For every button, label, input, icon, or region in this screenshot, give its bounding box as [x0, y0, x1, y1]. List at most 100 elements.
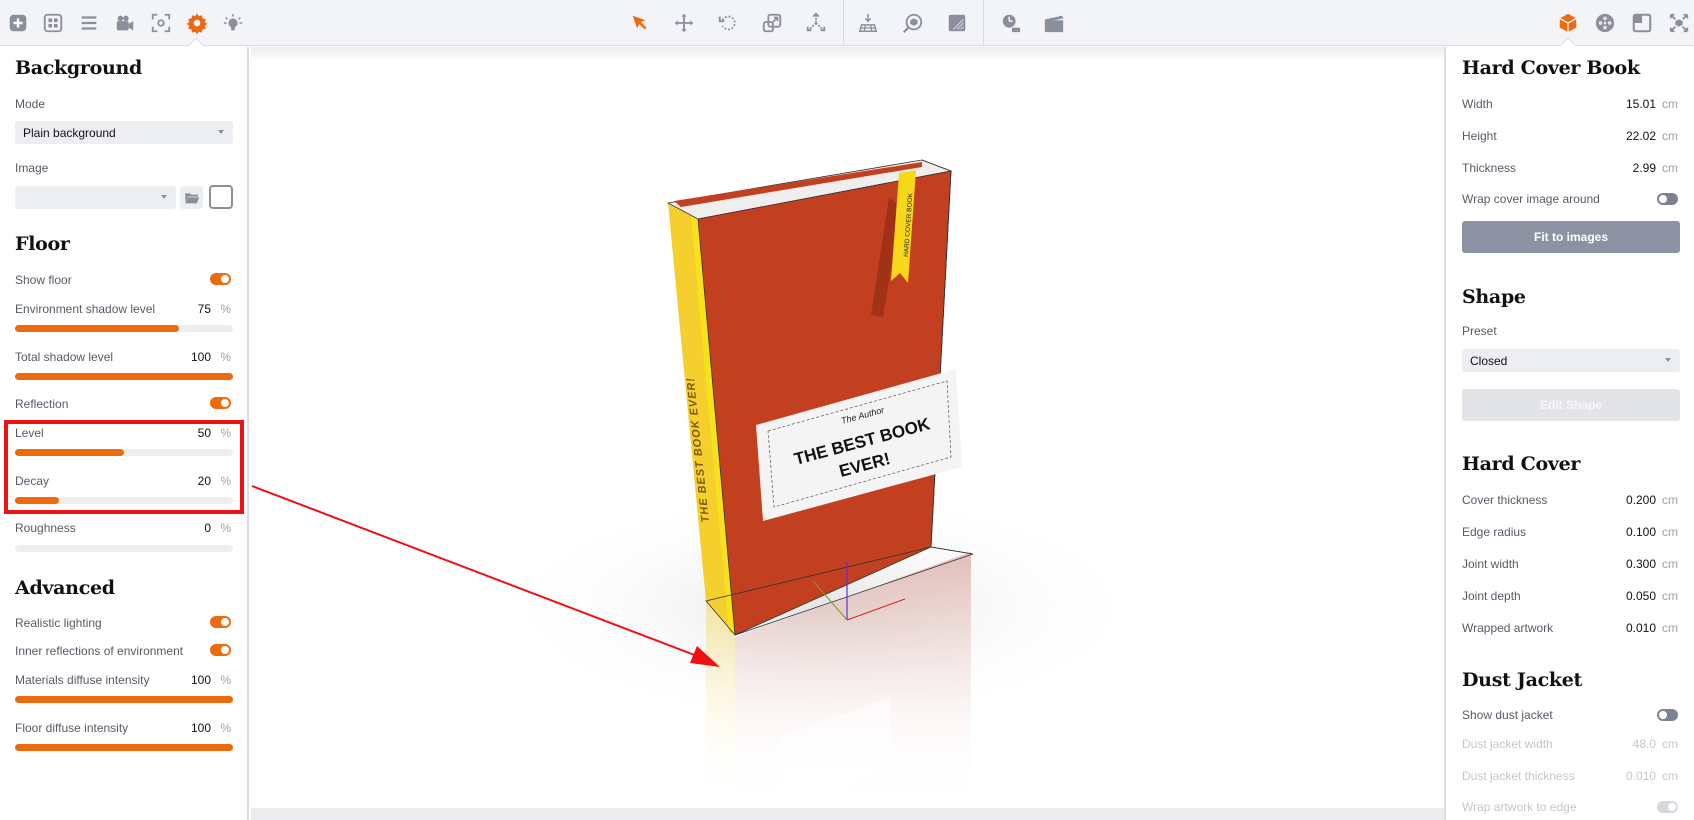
hard-cover-row-value[interactable]: 0.100 — [1626, 525, 1656, 539]
hard-cover-row-value[interactable]: 0.200 — [1626, 493, 1656, 507]
decay-slider[interactable] — [15, 497, 233, 504]
percent-unit: % — [220, 521, 231, 535]
image-select[interactable] — [15, 186, 176, 209]
height-label: Height — [1462, 129, 1497, 143]
timeline-icon[interactable] — [999, 11, 1023, 35]
add-icon[interactable] — [6, 11, 30, 35]
main-toolbar — [0, 0, 1694, 55]
dust-jacket-section-title: Dust Jacket — [1462, 669, 1582, 691]
fit-to-images-button[interactable]: Fit to images — [1462, 221, 1680, 253]
cm-unit: cm — [1662, 589, 1678, 603]
camera-icon[interactable] — [113, 11, 137, 35]
hard-cover-row-label: Wrapped artwork — [1462, 621, 1554, 635]
materials-diffuse-label: Materials diffuse intensity — [15, 673, 150, 687]
floor-diffuse-value: 100 — [190, 721, 211, 735]
open-folder-button[interactable] — [180, 186, 203, 209]
inner-reflections-toggle[interactable] — [210, 644, 231, 656]
roughness-slider[interactable] — [15, 545, 233, 552]
preset-select[interactable]: Closed — [1462, 349, 1680, 372]
focus-icon[interactable] — [149, 11, 173, 35]
dust-jacket-thickness-label: Dust jacket thickness — [1462, 769, 1575, 783]
percent-unit: % — [220, 721, 231, 735]
total-shadow-slider[interactable] — [15, 373, 233, 380]
level-value: 50 — [197, 426, 211, 440]
zoom-object-icon[interactable] — [901, 11, 925, 35]
dust-jacket-width-label: Dust jacket width — [1462, 737, 1553, 751]
show-dust-jacket-label: Show dust jacket — [1462, 708, 1553, 722]
select-arrow-icon[interactable] — [628, 11, 652, 35]
fullscreen-icon[interactable] — [1667, 11, 1691, 35]
mode-label: Mode — [15, 97, 46, 111]
cm-unit: cm — [1662, 525, 1678, 539]
wrap-artwork-edge-toggle[interactable] — [1657, 801, 1678, 813]
chevron-down-icon — [1665, 358, 1671, 362]
viewport-bottom-strip — [251, 808, 1444, 820]
book-render[interactable]: THE BEST BOOK EVER! HARD COVER BOOK The … — [251, 47, 1444, 820]
hard-cover-row-value[interactable]: 0.300 — [1626, 557, 1656, 571]
level-slider[interactable] — [15, 449, 233, 456]
folder-icon — [184, 192, 199, 203]
cm-unit: cm — [1662, 129, 1678, 143]
drop-to-floor-icon[interactable] — [856, 11, 880, 35]
hard-cover-row-value[interactable]: 0.050 — [1626, 589, 1656, 603]
slider-fill — [15, 325, 179, 332]
3d-viewport[interactable]: THE BEST BOOK EVER! HARD COVER BOOK The … — [251, 47, 1444, 820]
total-shadow-label: Total shadow level — [15, 350, 114, 364]
hard-cover-row-value[interactable]: 0.010 — [1626, 621, 1656, 635]
percent-unit: % — [220, 474, 231, 488]
preset-select-value: Closed — [1470, 354, 1508, 368]
rotate-icon[interactable] — [716, 11, 740, 35]
mode-select[interactable]: Plain background — [15, 121, 233, 144]
scene-settings-panel: Background Mode Plain background Image F… — [0, 47, 249, 820]
thickness-value[interactable]: 2.99 — [1633, 161, 1656, 175]
mode-select-value: Plain background — [23, 126, 116, 140]
slider-fill — [15, 449, 124, 456]
dust-jacket-thickness-value: 0.010 — [1625, 769, 1656, 783]
total-shadow-value: 100 — [190, 350, 211, 364]
materials-diffuse-slider[interactable] — [15, 696, 233, 703]
edit-shape-button[interactable]: Edit Shape — [1462, 389, 1680, 421]
show-floor-toggle[interactable] — [210, 273, 231, 285]
grid-icon[interactable] — [41, 11, 65, 35]
width-label: Width — [1462, 97, 1493, 111]
transform-axes-icon[interactable] — [804, 11, 828, 35]
background-color-swatch[interactable] — [209, 185, 233, 209]
shading-icon[interactable] — [945, 11, 969, 35]
inner-reflections-label: Inner reflections of environment — [15, 644, 184, 658]
lightbulb-icon[interactable] — [221, 11, 245, 35]
percent-unit: % — [220, 426, 231, 440]
list-icon[interactable] — [77, 11, 101, 35]
chevron-down-icon — [218, 130, 224, 134]
preset-label: Preset — [1462, 324, 1497, 338]
slider-fill — [15, 497, 59, 504]
width-value[interactable]: 15.01 — [1626, 97, 1656, 111]
material-ball-icon[interactable] — [1593, 11, 1617, 35]
move-icon[interactable] — [672, 11, 696, 35]
chevron-down-icon — [161, 195, 167, 199]
show-floor-label: Show floor — [15, 273, 72, 287]
cube-icon[interactable] — [1556, 11, 1580, 35]
environment-shadow-slider[interactable] — [15, 325, 233, 332]
roughness-value: 0 — [204, 521, 211, 535]
image-label: Image — [15, 161, 49, 175]
cm-unit: cm — [1662, 161, 1678, 175]
object-properties-panel: Hard Cover Book Width 15.01 cm Height 22… — [1444, 47, 1694, 820]
cm-unit: cm — [1662, 97, 1678, 111]
realistic-lighting-toggle[interactable] — [210, 616, 231, 628]
layout-icon[interactable] — [1630, 11, 1654, 35]
gear-icon[interactable] — [185, 11, 209, 35]
hard-cover-section-title: Hard Cover — [1462, 453, 1581, 475]
wrap-cover-toggle[interactable] — [1657, 193, 1678, 205]
dust-jacket-width-value: 48.0 — [1632, 737, 1656, 751]
scale-icon[interactable] — [760, 11, 784, 35]
show-dust-jacket-toggle[interactable] — [1657, 709, 1678, 721]
floor-diffuse-slider[interactable] — [15, 744, 233, 751]
slider-fill — [15, 696, 233, 703]
clapperboard-icon[interactable] — [1042, 11, 1066, 35]
reflection-toggle[interactable] — [210, 397, 231, 409]
height-value[interactable]: 22.02 — [1626, 129, 1656, 143]
advanced-section-title: Advanced — [15, 577, 115, 599]
roughness-label: Roughness — [15, 521, 76, 535]
cm-unit: cm — [1662, 493, 1678, 507]
percent-unit: % — [220, 673, 231, 687]
